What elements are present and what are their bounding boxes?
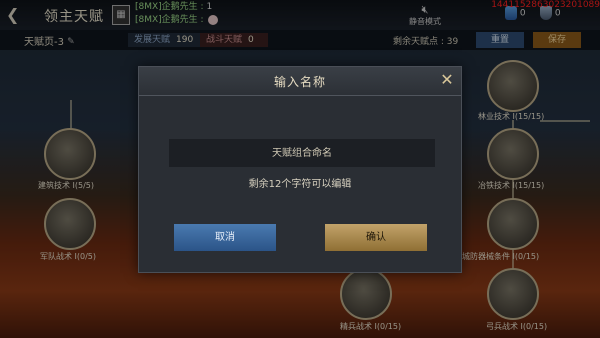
name-input-dialog: 输入名称 ✕ 剩余12个字符可以编辑 取消 确认 <box>138 66 462 273</box>
remaining-characters-text: 剩余12个字符可以编辑 <box>248 179 352 190</box>
dialog-title: 输入名称 <box>273 75 326 89</box>
cancel-button[interactable]: 取消 <box>174 224 276 251</box>
dialog-header: 输入名称 ✕ <box>139 67 461 96</box>
combination-name-input[interactable] <box>169 139 435 167</box>
close-icon[interactable]: ✕ <box>438 71 456 89</box>
confirm-button[interactable]: 确认 <box>325 224 427 251</box>
